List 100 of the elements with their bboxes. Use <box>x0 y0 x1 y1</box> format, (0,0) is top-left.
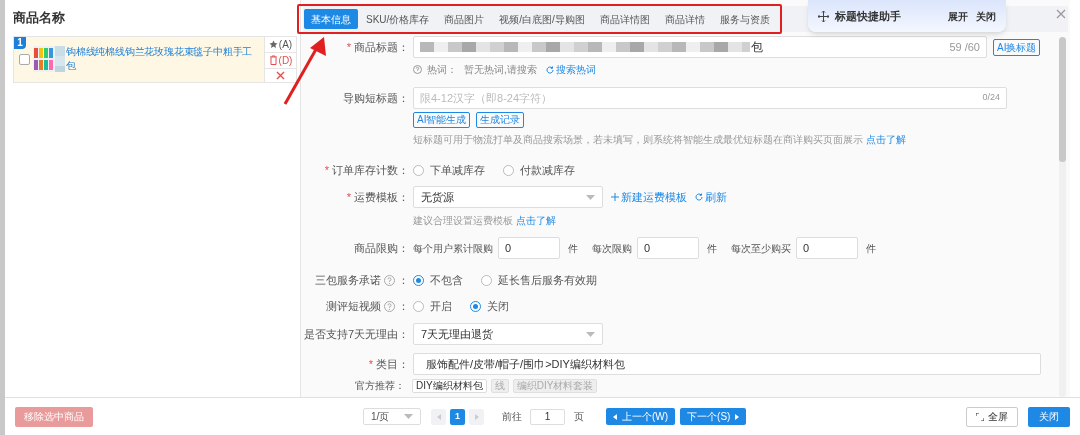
field-label: 导购短标题： <box>343 90 409 106</box>
trash-icon <box>268 55 278 65</box>
left-arrow-icon <box>613 413 617 420</box>
tab[interactable]: 商品图片 <box>437 9 492 29</box>
radio-option[interactable]: 不包含 <box>413 271 463 289</box>
radio-button[interactable] <box>413 300 424 312</box>
checkbox[interactable] <box>19 53 30 65</box>
close-icon <box>276 70 285 80</box>
radio-button[interactable] <box>503 164 514 176</box>
move-icon <box>818 10 829 22</box>
radio-button[interactable] <box>413 274 424 286</box>
ai-title-button[interactable]: AI换标题 <box>993 38 1041 56</box>
refresh-link[interactable]: 刷新 <box>695 188 727 206</box>
select-field[interactable]: 7天无理由退货 <box>413 323 603 345</box>
delete-button[interactable]: (D) <box>268 52 293 68</box>
limit-label: 每次限购 <box>592 241 632 256</box>
limit-label: 每个用户累计限购 <box>413 241 493 256</box>
link[interactable]: 点击了解 <box>516 213 556 228</box>
prev-page-button[interactable] <box>431 408 446 425</box>
field-label: 类目： <box>376 356 409 372</box>
field-label: 运费模板： <box>354 189 409 205</box>
generate-button[interactable]: 生成记录 <box>476 112 525 128</box>
helper-title: 标题快捷助手 <box>835 8 901 24</box>
required-mark: * <box>368 356 373 372</box>
radio-option[interactable]: 付款减库存 <box>503 161 575 179</box>
char-counter: 0/24 <box>982 91 1000 105</box>
refresh-icon <box>695 193 703 201</box>
caret-icon <box>586 331 595 337</box>
new-template-link[interactable]: 新建运费模板 <box>611 188 687 206</box>
caret-icon <box>586 194 595 200</box>
scrollbar-thumb[interactable] <box>1059 37 1066 162</box>
unit-label: 件 <box>866 241 876 256</box>
recommend-label: 官方推荐： <box>355 379 405 393</box>
field-label: 商品标题： <box>354 39 409 55</box>
left-arrow-icon <box>436 413 441 420</box>
helper-action[interactable]: 展开 <box>948 8 968 24</box>
star-icon <box>268 39 278 49</box>
category-tag[interactable]: DIY编织材料包 <box>412 378 487 393</box>
radio-option[interactable]: 下单减库存 <box>413 161 485 179</box>
previous-button[interactable]: 上一个(W) <box>606 408 676 425</box>
radio-option[interactable]: 开启 <box>413 297 452 315</box>
select-value: 1/页 <box>371 410 390 424</box>
char-counter: 59 /60 <box>949 39 980 55</box>
helper-action[interactable]: 关闭 <box>976 8 996 24</box>
close-button[interactable]: 关闭 <box>1028 406 1070 427</box>
field-label: 是否支持7天无理由： <box>303 326 409 342</box>
unit-label: 件 <box>568 241 578 256</box>
product-title-link[interactable]: 钩棉线纯棉线钩兰花玫瑰花束毯子中粗手工 <box>66 45 253 59</box>
input-value: 包 <box>751 39 763 56</box>
tab[interactable]: 服务与资质 <box>712 9 777 29</box>
remove-button[interactable] <box>276 70 285 80</box>
tab[interactable]: 商品详情 <box>657 9 712 29</box>
fullscreen-button[interactable]: 全屏 <box>966 406 1018 427</box>
short-title-input[interactable]: 限4-12汉字（即8-24字符） <box>414 88 983 108</box>
caret-icon <box>404 414 413 419</box>
page-unit: 页 <box>574 410 584 424</box>
limit-input[interactable]: 0 <box>637 237 699 259</box>
index-badge: 1 <box>14 36 26 49</box>
field-label: ： <box>398 272 409 288</box>
tab[interactable]: 基本信息 <box>304 9 358 29</box>
product-title-link[interactable]: 包 <box>66 59 253 73</box>
hint-label: 热词： <box>427 63 457 77</box>
category-field[interactable]: 服饰配件/皮带/帽子/围巾>DIY编织材料包 <box>413 353 1041 375</box>
right-arrow-icon <box>474 413 479 420</box>
title-input[interactable]: 包 59 /60 <box>413 36 987 58</box>
next-button[interactable]: 下一个(S) <box>680 408 747 425</box>
right-arrow-icon <box>735 413 740 420</box>
radio-button[interactable] <box>481 274 492 286</box>
close-icon <box>1056 9 1066 19</box>
radio-option[interactable]: 延长售后服务有效期 <box>481 271 597 289</box>
select-field[interactable]: 无货源 <box>413 186 603 208</box>
limit-label: 每次至少购买 <box>731 241 791 256</box>
field-label: ： <box>398 298 409 314</box>
page-input[interactable]: 1 <box>530 408 565 425</box>
page-button[interactable]: 1 <box>450 408 465 425</box>
field-label: 订单库存计数： <box>332 162 409 178</box>
required-mark: * <box>346 39 351 55</box>
radio-button[interactable] <box>470 300 481 312</box>
tab[interactable]: SKU/价格库存 <box>359 9 437 29</box>
hint-text: 建议合理设置运费模板 <box>413 214 513 228</box>
required-mark: * <box>324 162 329 178</box>
panel-header: 商品名称 <box>13 9 66 27</box>
search-hot-words-link[interactable]: 搜索热词 <box>545 62 596 77</box>
next-page-button[interactable] <box>469 408 484 425</box>
field-label: 商品限购： <box>354 240 409 256</box>
tab[interactable]: 商品详情图 <box>592 9 657 29</box>
radio-option[interactable]: 关闭 <box>470 297 509 315</box>
link[interactable]: 点击了解 <box>865 134 906 145</box>
plus-icon <box>611 193 619 201</box>
tab[interactable]: 视频/白底图/导购图 <box>492 9 592 29</box>
expand-icon <box>976 412 984 421</box>
limit-input[interactable]: 0 <box>498 237 560 259</box>
required-mark: * <box>346 189 351 205</box>
limit-input[interactable]: 0 <box>796 237 858 259</box>
radio-button[interactable] <box>413 164 424 176</box>
generate-button[interactable]: AI智能生成 <box>413 112 471 128</box>
star-button[interactable]: (A) <box>268 36 293 52</box>
field-label: 三包服务承诺 <box>315 272 381 288</box>
page-size-select[interactable]: 1/页 <box>363 408 421 425</box>
unit-label: 件 <box>707 241 717 256</box>
